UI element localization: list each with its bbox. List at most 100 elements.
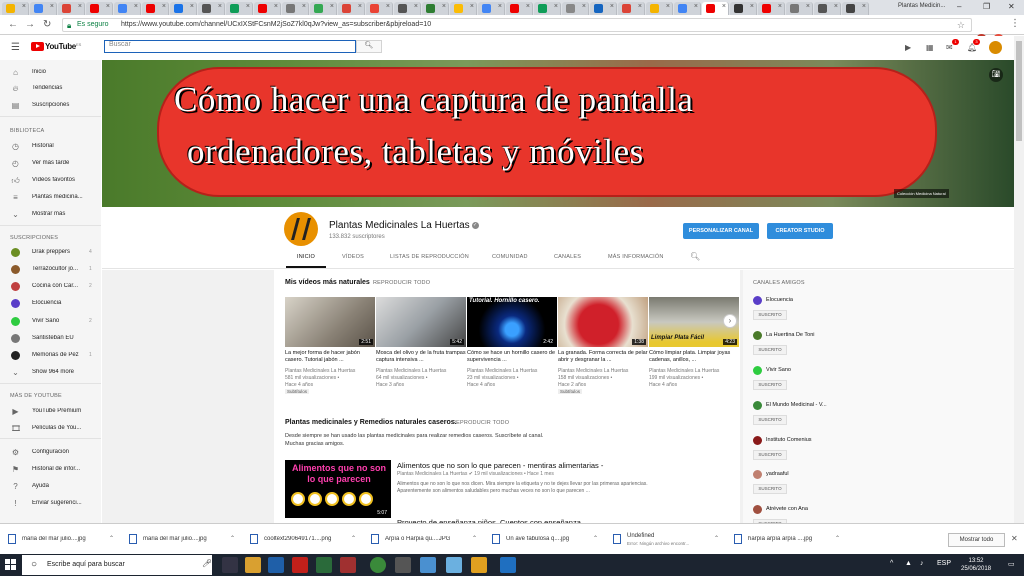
browser-tab[interactable]: × bbox=[590, 2, 617, 15]
sidebar-item[interactable]: Elocuencia bbox=[0, 296, 101, 312]
browser-tab[interactable]: × bbox=[618, 2, 645, 15]
browser-tab[interactable]: × bbox=[254, 2, 281, 15]
app-icon[interactable] bbox=[316, 557, 332, 573]
tab-close-icon[interactable]: × bbox=[554, 3, 558, 10]
download-item[interactable]: maria del mar julio....jpg ⌃ bbox=[2, 531, 121, 549]
customize-channel-button[interactable]: PERSONALIZAR CANAL bbox=[683, 223, 759, 239]
browser-tab[interactable]: × bbox=[338, 2, 365, 15]
app-icon[interactable] bbox=[471, 557, 487, 573]
browser-tab[interactable]: × bbox=[394, 2, 421, 15]
tray-chevron-icon[interactable]: ^ bbox=[890, 560, 893, 567]
maximize-icon[interactable]: ❐ bbox=[983, 2, 990, 11]
app-icon[interactable] bbox=[395, 557, 411, 573]
windows-start-icon[interactable] bbox=[5, 559, 17, 571]
chevron-up-icon[interactable]: ⌃ bbox=[714, 535, 719, 542]
tab-close-icon[interactable]: × bbox=[190, 3, 194, 10]
network-icon[interactable]: ▲ bbox=[905, 560, 912, 567]
related-channel-name[interactable]: Elocuencia bbox=[766, 297, 793, 303]
app-icon[interactable] bbox=[340, 557, 356, 573]
sidebar-item[interactable]: ⌂ Inicio bbox=[0, 65, 101, 81]
taskbar-clock[interactable]: 13:52 25/06/2018 bbox=[961, 557, 991, 573]
sidebar-item[interactable]: Terrazocultor jo... 1 bbox=[0, 262, 101, 278]
video-title[interactable]: Mosca del olivo y de la fruta trampas ca… bbox=[376, 350, 466, 364]
tab-videos[interactable]: VÍDEOS bbox=[342, 254, 364, 260]
browser-tab[interactable]: × bbox=[198, 2, 225, 15]
next-arrow-button[interactable]: › bbox=[723, 314, 737, 328]
sidebar-item[interactable]: ▶ YouTube Premium bbox=[0, 404, 101, 420]
browser-tab[interactable]: × bbox=[58, 2, 85, 15]
hamburger-menu-icon[interactable]: ☰ bbox=[11, 42, 20, 53]
sidebar-item[interactable]: ! Enviar sugerenci... bbox=[0, 496, 101, 512]
tab-close-icon[interactable]: × bbox=[414, 3, 418, 10]
featured-video-title[interactable]: Alimentos que no son lo que parecen - me… bbox=[397, 461, 603, 470]
browser-tab[interactable]: × bbox=[310, 2, 337, 15]
sidebar-item[interactable]: Cocina con Car... 2 bbox=[0, 279, 101, 295]
browser-tab[interactable]: × bbox=[282, 2, 309, 15]
chevron-up-icon[interactable]: ⌃ bbox=[835, 535, 840, 542]
sidebar-item[interactable]: 🔥︎ Tendencias bbox=[0, 81, 101, 97]
page-scrollbar[interactable] bbox=[1014, 36, 1024, 523]
featured-video-thumbnail[interactable]: Alimentos que no son lo que parecen 5:07 bbox=[285, 460, 391, 518]
tab-close-icon[interactable]: × bbox=[78, 3, 82, 10]
related-channel-name[interactable]: Instituto Comenius bbox=[766, 437, 812, 443]
subscribed-button[interactable]: SUSCRITO bbox=[753, 345, 787, 355]
browser-tab[interactable]: × bbox=[114, 2, 141, 15]
tab-playlists[interactable]: LISTAS DE REPRODUCCIÓN bbox=[390, 254, 469, 260]
channel-search-icon[interactable]: 🔍︎ bbox=[690, 252, 700, 261]
browser-tab[interactable]: × bbox=[478, 2, 505, 15]
subscribed-button[interactable]: SUSCRITO bbox=[753, 415, 787, 425]
sidebar-item[interactable]: ▤ Suscripciones bbox=[0, 98, 101, 114]
download-item[interactable]: Arpía o Harpia qu....JPG ⌃ bbox=[365, 531, 484, 549]
chrome-icon[interactable] bbox=[370, 557, 386, 573]
video-channel[interactable]: Plantas Medicinales La Huertas bbox=[558, 368, 648, 374]
tab-close-icon[interactable]: × bbox=[498, 3, 502, 10]
tab-close-icon[interactable]: × bbox=[22, 3, 26, 10]
microphone-icon[interactable]: 🎤︎ bbox=[202, 559, 212, 568]
channel-avatar[interactable] bbox=[753, 470, 762, 479]
browser-tab[interactable]: × bbox=[814, 2, 841, 15]
video-channel[interactable]: Plantas Medicinales La Huertas bbox=[467, 368, 557, 374]
channel-avatar[interactable] bbox=[284, 212, 318, 246]
download-item[interactable]: harpía arpía arpía ....jpg ⌃ bbox=[728, 531, 847, 549]
tab-close-icon[interactable]: × bbox=[246, 3, 250, 10]
video-thumbnail[interactable]: 1:38 bbox=[558, 297, 648, 347]
subscribed-button[interactable]: SUSCRITO bbox=[753, 450, 787, 460]
tab-close-icon[interactable]: × bbox=[778, 3, 782, 10]
tab-close-icon[interactable]: × bbox=[834, 3, 838, 10]
tab-close-icon[interactable]: × bbox=[330, 3, 334, 10]
channel-avatar[interactable] bbox=[753, 331, 762, 340]
taskbar-search-input[interactable]: ○ Escribe aquí para buscar 🎤︎ bbox=[22, 555, 212, 575]
tab-home[interactable]: INICIO bbox=[297, 254, 315, 260]
tab-close-icon[interactable]: × bbox=[162, 3, 166, 10]
sidebar-item[interactable]: 👍︎ Vídeos favoritos bbox=[0, 173, 101, 189]
tab-close-icon[interactable]: × bbox=[666, 3, 670, 10]
tab-close-icon[interactable]: × bbox=[218, 3, 222, 10]
browser-tab[interactable]: × bbox=[646, 2, 673, 15]
video-channel[interactable]: Plantas Medicinales La Huertas bbox=[376, 368, 466, 374]
tab-channels[interactable]: CANALES bbox=[554, 254, 581, 260]
chevron-up-icon[interactable]: ⌃ bbox=[109, 535, 114, 542]
tab-close-icon[interactable]: × bbox=[694, 3, 698, 10]
subscribed-button[interactable]: SUSCRITO bbox=[753, 310, 787, 320]
tab-community[interactable]: COMUNIDAD bbox=[492, 254, 528, 260]
edge-icon[interactable] bbox=[500, 557, 516, 573]
sidebar-item[interactable]: 🎞︎ Películas de You... bbox=[0, 421, 101, 437]
browser-tab[interactable]: × bbox=[2, 2, 29, 15]
browser-tab[interactable]: × bbox=[506, 2, 533, 15]
app-icon[interactable] bbox=[420, 557, 436, 573]
browser-tab[interactable]: × bbox=[226, 2, 253, 15]
camera-icon[interactable]: 📷︎ bbox=[989, 68, 1003, 82]
sidebar-item[interactable]: ⌄ Mostrar más bbox=[0, 207, 101, 223]
apps-grid-icon[interactable]: ▦ bbox=[926, 43, 934, 52]
browser-tab[interactable]: × bbox=[30, 2, 57, 15]
play-all-button[interactable]: REPRODUCIR TODO bbox=[452, 420, 509, 426]
browser-tab[interactable]: × bbox=[86, 2, 113, 15]
tab-close-icon[interactable]: × bbox=[50, 3, 54, 10]
related-channel-name[interactable]: yadraaful bbox=[766, 471, 789, 477]
tab-close-icon[interactable]: × bbox=[862, 3, 866, 10]
bookmark-star-icon[interactable]: ☆ bbox=[957, 20, 965, 31]
browser-tab[interactable]: × bbox=[422, 2, 449, 15]
tab-close-icon[interactable]: × bbox=[722, 3, 726, 10]
download-item[interactable]: maria del mar julio....jpg ⌃ bbox=[123, 531, 242, 549]
sidebar-item[interactable]: ◴ Ver más tarde bbox=[0, 156, 101, 172]
